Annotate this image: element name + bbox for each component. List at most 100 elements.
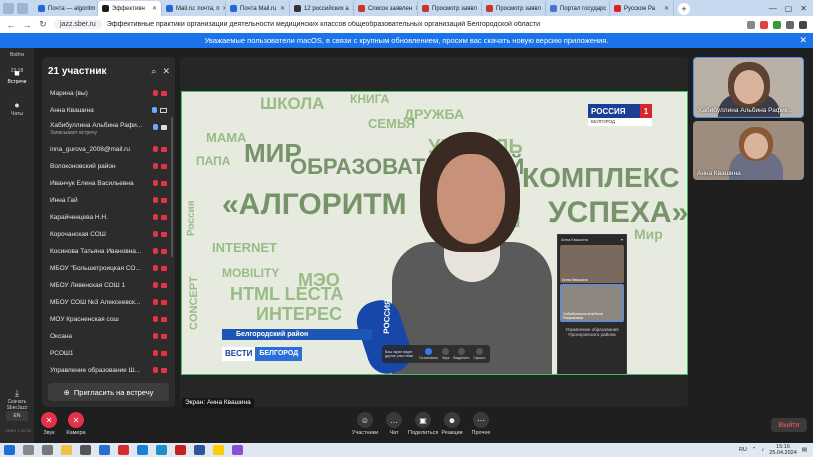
float-info: Управление образования Прохоровского рай… [565, 327, 619, 337]
start-icon[interactable] [4, 445, 15, 455]
url-field[interactable]: jazz.sber.ru Эффективные практики органи… [54, 18, 741, 31]
extension-icon[interactable] [773, 20, 781, 29]
word-icon[interactable] [194, 445, 205, 455]
explorer-icon[interactable] [61, 445, 72, 455]
close-icon[interactable]: ✕ [162, 66, 170, 77]
participant-row[interactable]: Корочанская СОШ [42, 226, 175, 243]
share-button[interactable]: ▣ Поделиться [408, 412, 438, 436]
rail-label: Встречи [7, 79, 27, 85]
share-sound-button[interactable]: Звук [442, 348, 449, 360]
tab-close-icon[interactable]: ✕ [280, 5, 285, 12]
close-icon[interactable]: ✕ [799, 35, 807, 46]
browser-tab[interactable]: 12 российских а✕ [290, 1, 354, 16]
profile-icon[interactable] [3, 2, 14, 14]
browser-tab[interactable]: Русское Ра ✕ [610, 1, 674, 16]
chevron-down-icon[interactable]: ▾ [621, 237, 623, 242]
leave-button[interactable]: Выйти [771, 418, 807, 432]
store-icon[interactable] [99, 445, 110, 455]
browser-tab[interactable]: Почта — algoritm✕ [34, 1, 98, 16]
opera-icon[interactable] [118, 445, 129, 455]
tab-close-icon[interactable]: ✕ [664, 5, 669, 12]
task-view-icon[interactable] [42, 445, 53, 455]
participant-row[interactable]: МОУ Красненская сош [42, 311, 175, 328]
browser-tab[interactable]: Список заявлен✕ [354, 1, 418, 16]
participant-row[interactable]: МБОУ СОШ №3 Алексеевск... [42, 294, 175, 311]
participant-row[interactable]: Оксана [42, 328, 175, 345]
camera-button[interactable]: ✕ Камера [61, 412, 91, 436]
banner-text[interactable]: Уважаемые пользователи macOS, в связи с … [205, 36, 609, 45]
participant-row[interactable]: МБОУ "Большетроицкая СО... [42, 260, 175, 277]
participant-row[interactable]: Инна Гай [42, 192, 175, 209]
browser-tab[interactable]: Почта Mail.ru ✕ [226, 1, 290, 16]
participant-row[interactable]: inna_gurova_2008@mail.ru [42, 141, 175, 158]
participants-button[interactable]: ☺ Участники [350, 412, 380, 436]
participant-row[interactable]: МБОУ Ливенская СОШ 1 [42, 277, 175, 294]
highlight-button[interactable]: Выделить [453, 348, 469, 360]
participant-row[interactable]: РСОШ1 [42, 345, 175, 362]
participant-row[interactable]: Волоконовский район [42, 158, 175, 175]
tab-close-icon[interactable]: ✕ [152, 5, 157, 12]
browser-tab[interactable]: Просмотр заявл✕ [418, 1, 482, 16]
notifications-icon[interactable]: ▤ [802, 447, 807, 453]
close-window-icon[interactable]: ✕ [800, 4, 807, 13]
volume-icon[interactable]: ♪ [762, 447, 765, 453]
clock[interactable]: 15:16 25.04.2024 [769, 444, 797, 456]
search-icon[interactable] [23, 445, 34, 455]
scrollbar[interactable] [171, 117, 173, 257]
minimize-icon[interactable]: — [769, 4, 777, 13]
calculator-icon[interactable] [80, 445, 91, 455]
reload-icon[interactable]: ↻ [38, 19, 48, 30]
new-tab-button[interactable]: + [678, 3, 690, 15]
participant-row[interactable]: Карайченцева Н.Н. [42, 209, 175, 226]
browser-tab[interactable]: Портал государс✕ [546, 1, 610, 16]
browser-tab[interactable]: Mail.ru: почта, п✕ [162, 1, 226, 16]
search-icon[interactable]: ⌕ [151, 66, 156, 77]
edge-icon[interactable] [137, 445, 148, 455]
participant-row[interactable]: Управление образование Ш... [42, 362, 175, 379]
participant-row[interactable]: Марина (вы) [42, 85, 175, 102]
chat-button[interactable]: … Чат [379, 412, 409, 436]
more-button[interactable]: ⋯ Прочее [466, 412, 496, 436]
float-tile[interactable]: Хабибуллина Альбина Рафиковна [560, 284, 624, 322]
video-tile[interactable]: Анна Квашина [693, 121, 804, 180]
browser-tab[interactable]: Просмотр заявл✕ [482, 1, 546, 16]
news-brand: ВЕСТИ [222, 347, 256, 361]
login-button[interactable]: Войти [0, 52, 34, 58]
browser-tab[interactable]: Эффективн ✕ [98, 1, 162, 16]
stop-share-button[interactable]: Остановить [419, 348, 438, 360]
forward-icon[interactable]: → [22, 20, 32, 30]
url-text[interactable]: jazz.sber.ru [54, 20, 102, 29]
app-icon[interactable] [156, 445, 167, 455]
control-label: Камера [66, 430, 86, 436]
maximize-icon[interactable]: ▢ [785, 4, 793, 13]
network-icon[interactable]: ⌃ [752, 447, 757, 453]
input-language[interactable]: RU [739, 447, 747, 453]
float-tile[interactable]: Анна Квашина [560, 245, 624, 283]
participant-row[interactable]: Анна Квашина [42, 102, 175, 119]
rail-item-chats[interactable]: ● Чаты [0, 100, 34, 117]
hide-toolbar-button[interactable]: Скрыть [473, 348, 485, 360]
camera-off-icon [161, 368, 167, 373]
back-icon[interactable]: ← [6, 20, 16, 30]
sound-button[interactable]: ✕ Звук [34, 412, 64, 436]
yandex-browser-icon[interactable] [213, 445, 224, 455]
language-button[interactable]: EN [6, 411, 28, 421]
participant-row[interactable]: Косинова Татьяна Ивановна... [42, 243, 175, 260]
extension-icon[interactable] [760, 20, 768, 29]
pdf-icon[interactable] [175, 445, 186, 455]
downloads-icon[interactable] [786, 20, 794, 29]
bookmark-icon[interactable] [747, 20, 755, 29]
tabs-menu-icon[interactable] [17, 2, 28, 14]
menu-icon[interactable] [799, 20, 807, 29]
rail-item-meetings[interactable]: ■ Встречи [0, 68, 34, 85]
screen-share-view[interactable]: ШКОЛАКНИГАСЕМЬЯДРУЖБАУЧИТЕЛЬМАМАМИРПАПАО… [181, 91, 688, 375]
call-controls: ✕ Звук ✕ Камера ☺ Участники … Чат ▣ Поде… [34, 409, 813, 443]
participant-row[interactable]: Иванчук Елена Васильевна [42, 175, 175, 192]
download-app-button[interactable]: ⤓ Скачать SberJazz [0, 388, 34, 411]
invite-button[interactable]: ⊕ Пригласить на встречу [48, 383, 169, 401]
camera-off-icon [161, 351, 167, 356]
jazz-icon[interactable] [232, 445, 243, 455]
video-tile[interactable]: Хабибуллина Альбина Рафик... [693, 57, 804, 118]
reactions-button[interactable]: ☻ Реакции [437, 412, 467, 436]
participant-row[interactable]: Хабибуллина Альбина Рафи... Записывает вс… [42, 119, 175, 141]
